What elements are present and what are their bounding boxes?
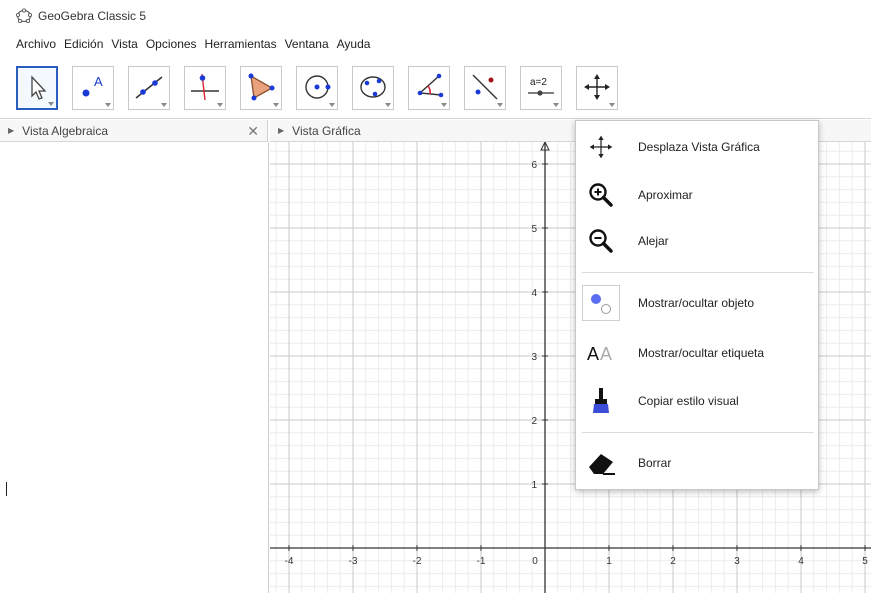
y-tick-label: 3 xyxy=(531,352,537,363)
menu-item-desplaza-vista[interactable]: Desplaza Vista Gráfica xyxy=(582,127,814,167)
circle-center-point-icon xyxy=(305,75,331,99)
menu-item-copiar-estilo[interactable]: Copiar estilo visual xyxy=(582,381,814,421)
tool-polygon-button[interactable] xyxy=(240,66,282,110)
menu-vista[interactable]: Vista xyxy=(111,37,137,51)
menu-item-label: Desplaza Vista Gráfica xyxy=(638,140,760,154)
y-tick-label: 4 xyxy=(531,288,537,299)
copy-visual-style-icon xyxy=(593,388,609,413)
y-tick-label: 5 xyxy=(531,224,537,235)
menu-item-label: Borrar xyxy=(638,456,672,470)
menu-item-label: Alejar xyxy=(638,234,669,248)
menu-item-alejar[interactable]: Alejar xyxy=(582,221,814,261)
move-arrow-icon xyxy=(31,75,47,100)
close-icon[interactable]: ✕ xyxy=(247,123,259,140)
menu-ventana[interactable]: Ventana xyxy=(285,37,329,51)
svg-text:a=2: a=2 xyxy=(530,77,547,88)
x-tick-label: 2 xyxy=(670,556,676,567)
show-hide-object-icon xyxy=(591,294,611,314)
menu-separator xyxy=(582,272,814,273)
menu-item-label: Aproximar xyxy=(638,188,693,202)
show-hide-label-icon: A A xyxy=(587,344,612,364)
menu-archivo[interactable]: Archivo xyxy=(16,37,56,51)
x-tick-label: -1 xyxy=(477,556,486,567)
algebra-view-title: Vista Algebraica xyxy=(22,123,108,138)
tool-line-button[interactable] xyxy=(128,66,170,110)
tool-conic-button[interactable] xyxy=(352,66,394,110)
y-tick-label: 1 xyxy=(531,480,537,491)
menu-item-aproximar[interactable]: Aproximar xyxy=(582,175,814,215)
graphics-view-title: Vista Gráfica xyxy=(292,123,361,138)
menu-edicion[interactable]: Edición xyxy=(64,37,103,51)
slider-icon: a=2 xyxy=(528,77,554,96)
collapse-triangle-icon[interactable]: ▶ xyxy=(278,126,284,135)
x-tick-label: 1 xyxy=(606,556,612,567)
move-graphics-view-icon xyxy=(589,135,613,159)
menu-item-mostrar-etiqueta[interactable]: A A Mostrar/ocultar etiqueta xyxy=(582,333,814,373)
menu-ayuda[interactable]: Ayuda xyxy=(337,37,371,51)
menu-item-borrar[interactable]: Borrar xyxy=(582,443,814,483)
x-tick-label: -3 xyxy=(349,556,358,567)
move-graphics-popup-menu: Desplaza Vista Gráfica Aproximar Alejar xyxy=(575,120,819,490)
zoom-in-icon xyxy=(589,183,613,207)
svg-text:A: A xyxy=(600,344,612,364)
x-tick-label: -2 xyxy=(413,556,422,567)
toolbar: A a=2 xyxy=(0,60,871,119)
y-tick-label: 6 xyxy=(531,160,537,171)
menu-item-label: Mostrar/ocultar etiqueta xyxy=(638,346,765,360)
conic-icon xyxy=(360,76,386,98)
tool-move-button[interactable] xyxy=(16,66,58,110)
geogebra-logo-icon xyxy=(16,8,32,24)
move-graphics-view-icon xyxy=(584,74,610,100)
algebra-view-header: ▶ Vista Algebraica ✕ xyxy=(0,120,268,142)
x-tick-label: 0 xyxy=(532,556,538,567)
eraser-icon xyxy=(589,454,615,475)
menu-separator xyxy=(582,432,814,433)
x-tick-label: -4 xyxy=(285,556,294,567)
tool-circle-button[interactable] xyxy=(296,66,338,110)
collapse-triangle-icon[interactable]: ▶ xyxy=(8,126,14,135)
menu-bar: Archivo Edición Vista Opciones Herramien… xyxy=(0,34,378,54)
y-tick-label: 2 xyxy=(531,416,537,427)
angle-icon xyxy=(417,73,444,98)
tool-move-graphics-button[interactable] xyxy=(576,66,618,110)
tool-perpendicular-button[interactable] xyxy=(184,66,226,110)
menu-item-label: Mostrar/ocultar objeto xyxy=(638,296,755,310)
x-tick-label: 5 xyxy=(862,556,868,567)
tool-angle-button[interactable] xyxy=(408,66,450,110)
x-tick-label: 3 xyxy=(734,556,740,567)
line-icon xyxy=(135,76,163,99)
tool-reflect-button[interactable] xyxy=(464,66,506,110)
menu-herramientas[interactable]: Herramientas xyxy=(205,37,277,51)
title-bar: GeoGebra Classic 5 xyxy=(0,0,871,32)
tool-point-button[interactable]: A xyxy=(72,66,114,110)
menu-item-mostrar-objeto[interactable]: Mostrar/ocultar objeto xyxy=(582,283,814,323)
point-icon: A xyxy=(82,74,103,97)
zoom-out-icon xyxy=(589,229,613,253)
reflect-icon xyxy=(472,74,498,100)
svg-text:A: A xyxy=(587,344,599,364)
polygon-icon xyxy=(248,73,275,101)
algebra-view-panel[interactable] xyxy=(0,142,269,593)
text-cursor xyxy=(6,482,7,496)
perpendicular-line-icon xyxy=(191,73,219,101)
x-tick-label: 4 xyxy=(798,556,804,567)
tool-slider-button[interactable]: a=2 xyxy=(520,66,562,110)
window-title: GeoGebra Classic 5 xyxy=(38,9,147,23)
menu-item-label: Copiar estilo visual xyxy=(638,394,739,408)
svg-text:A: A xyxy=(94,74,103,89)
menu-opciones[interactable]: Opciones xyxy=(146,37,197,51)
